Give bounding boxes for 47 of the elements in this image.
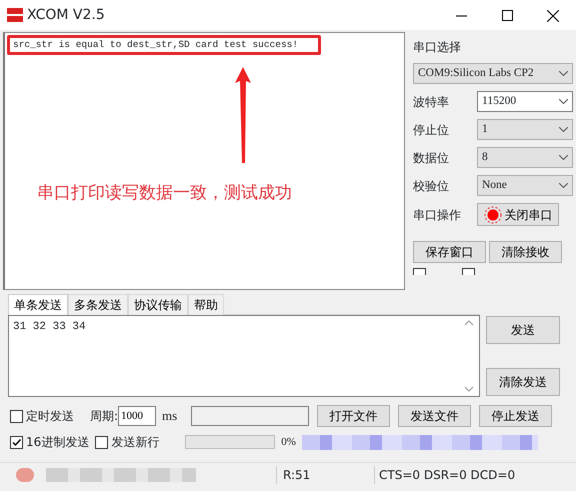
dropdown-caret-icon — [559, 71, 568, 76]
dropdown-caret-icon — [559, 183, 568, 188]
file-path-field[interactable] — [191, 406, 310, 426]
send-input[interactable]: 31 32 33 34 — [8, 315, 480, 397]
progress-reading: 0% — [281, 434, 296, 450]
received-count: R:51 — [276, 466, 374, 484]
dropdown-caret-icon — [559, 155, 568, 160]
setting-label: 校验位 — [413, 178, 450, 194]
setting-label: 停止位 — [413, 122, 450, 138]
file-button[interactable]: 打开文件 — [317, 405, 390, 427]
maximize-icon — [502, 10, 512, 22]
window-title: XCOM V2.5 — [27, 6, 105, 24]
timed-send-label: 定时发送 — [26, 408, 74, 425]
receive-button[interactable]: 清除接收 — [489, 241, 562, 263]
file-button[interactable]: 停止发送 — [479, 405, 552, 427]
annotation-text: 串口打印读写数据一致，测试成功 — [37, 182, 292, 205]
scrollbar[interactable] — [463, 319, 475, 393]
status-icon — [16, 468, 34, 482]
app-logo-icon — [6, 7, 24, 23]
option-checkbox[interactable] — [10, 436, 23, 448]
serial-operation-label: 串口操作 — [413, 206, 462, 224]
option-checkbox[interactable] — [95, 436, 108, 448]
line-status: CTS=0 DSR=0 DCD=0 — [374, 466, 516, 484]
option-label: 16进制发送 — [26, 434, 90, 451]
close-icon — [547, 10, 559, 22]
received-text: src_str is equal to dest_str,SD card test success! — [7, 35, 321, 56]
setting-label: 波特率 — [413, 94, 450, 110]
setting-label: 数据位 — [413, 150, 450, 166]
send-button[interactable]: 发送 — [486, 316, 560, 344]
receive-area[interactable]: src_str is equal to dest_str,SD card test success! 串口打印读写数据一致，测试成功 — [3, 32, 405, 290]
tab[interactable]: 帮助 — [188, 294, 224, 315]
timed-send-checkbox[interactable] — [10, 410, 23, 422]
period-label: 周期: — [90, 408, 118, 425]
file-button[interactable]: 发送文件 — [398, 405, 472, 427]
dropdown-caret-icon — [559, 127, 568, 132]
setting-select[interactable]: 115200 — [477, 91, 573, 112]
dropdown-caret-icon — [559, 99, 568, 104]
tab[interactable]: 协议传输 — [128, 294, 188, 315]
option-label: 发送新行 — [111, 434, 160, 451]
unit-label: ms — [162, 407, 178, 426]
period-field[interactable]: 1000 — [118, 406, 156, 426]
tab[interactable]: 多条发送 — [68, 294, 128, 315]
port-label: 串口选择 — [413, 39, 462, 56]
tab[interactable]: 单条发送 — [8, 294, 68, 315]
send-button[interactable]: 清除发送 — [486, 368, 560, 396]
close-port-button[interactable]: 关闭串口 — [477, 203, 559, 226]
receive-button[interactable]: 保存窗口 — [413, 241, 486, 263]
